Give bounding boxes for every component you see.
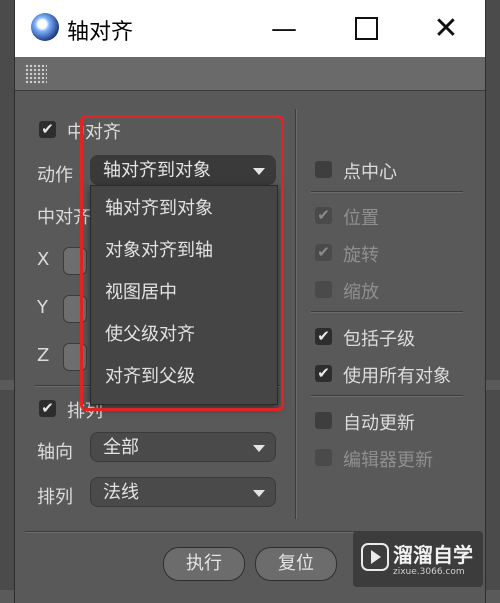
column-divider xyxy=(295,109,297,519)
section-divider xyxy=(311,395,463,397)
editor-update-checkbox[interactable]: ✔ xyxy=(315,449,332,466)
use-all-objects-label: 使用所有对象 xyxy=(343,366,451,387)
close-button[interactable]: ✕ xyxy=(417,0,475,57)
arrange-row-label: 排列 xyxy=(37,487,73,508)
axis-y-label: Y xyxy=(37,297,48,318)
action-label: 动作 xyxy=(37,165,73,186)
auto-update-label: 自动更新 xyxy=(343,413,415,434)
watermark-brand: 溜溜自学 xyxy=(393,543,473,567)
minimize-icon: — xyxy=(271,13,297,44)
include-children-checkbox[interactable]: ✔ xyxy=(315,328,332,345)
title-bar[interactable]: 轴对齐 — ✕ xyxy=(15,0,485,57)
include-children-label: 包括子级 xyxy=(343,329,415,350)
position-label: 位置 xyxy=(343,208,379,229)
chevron-down-icon xyxy=(253,490,265,497)
rotation-checkbox[interactable]: ✔ xyxy=(315,244,332,261)
center-align-checkbox[interactable]: ✔ xyxy=(39,121,56,138)
red-highlight-box xyxy=(80,115,284,411)
reset-button[interactable]: 复位 xyxy=(255,547,337,581)
position-checkbox[interactable]: ✔ xyxy=(315,207,332,224)
editor-update-label: 编辑器更新 xyxy=(343,450,433,471)
section-divider xyxy=(311,191,463,193)
scale-label: 缩放 xyxy=(343,282,379,303)
maximize-icon xyxy=(354,17,378,40)
chevron-down-icon xyxy=(253,445,265,452)
auto-update-checkbox[interactable]: ✔ xyxy=(315,412,332,429)
play-logo-icon xyxy=(361,543,389,571)
point-center-checkbox[interactable]: ✔ xyxy=(315,161,332,178)
rotation-label: 旋转 xyxy=(343,245,379,266)
watermark-url: zixue.3066.com xyxy=(393,567,465,577)
use-all-objects-checkbox[interactable]: ✔ xyxy=(315,365,332,382)
grip-handle-icon[interactable] xyxy=(25,64,47,84)
arrange-select-value: 法线 xyxy=(103,482,139,503)
align-axis-dialog: 轴对齐 — ✕ ✔ 中对齐 动作 轴对齐到对象 中对齐 X Y Z ✔ 排列 轴… xyxy=(14,0,486,603)
minimize-button[interactable]: — xyxy=(255,0,313,57)
axis-direction-select[interactable]: 全部 xyxy=(90,432,276,462)
scale-checkbox[interactable]: ✔ xyxy=(315,281,332,298)
maximize-button[interactable] xyxy=(337,0,395,57)
axis-x-label: X xyxy=(37,249,50,270)
axis-direction-value: 全部 xyxy=(103,437,139,458)
settings-panel: ✔ 中对齐 动作 轴对齐到对象 中对齐 X Y Z ✔ 排列 轴向 全部 排列 … xyxy=(15,91,485,603)
axis-z-label: Z xyxy=(37,345,50,366)
arrange-select[interactable]: 法线 xyxy=(90,477,276,507)
close-icon: ✕ xyxy=(433,11,459,46)
window-title: 轴对齐 xyxy=(67,20,134,45)
point-center-label: 点中心 xyxy=(343,162,397,183)
cinema4d-app-icon xyxy=(31,13,59,41)
axis-direction-label: 轴向 xyxy=(37,442,73,463)
watermark: 溜溜自学 zixue.3066.com xyxy=(353,531,483,587)
execute-button[interactable]: 执行 xyxy=(163,547,245,581)
toolbar-strip xyxy=(15,57,485,91)
section-divider xyxy=(311,311,463,313)
arrange-checkbox[interactable]: ✔ xyxy=(39,400,56,417)
